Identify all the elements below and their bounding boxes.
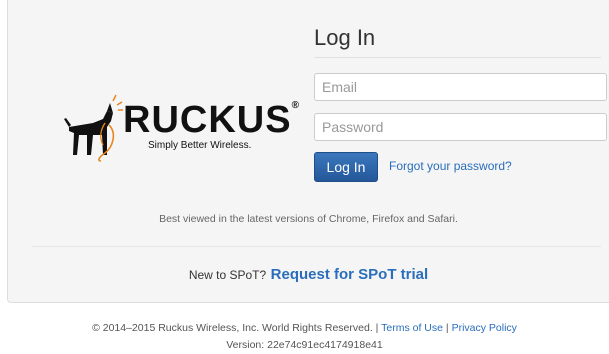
footer-copyright-row: © 2014–2015 Ruckus Wireless, Inc. World … [0, 320, 609, 337]
version-text: Version: 22e74c91ec4174918e41 [226, 339, 383, 351]
trial-prefix: New to SPoT? [188, 268, 267, 282]
privacy-policy-link[interactable]: Privacy Policy [452, 322, 517, 334]
trial-row: New to SPoT? Request for SPoT trial [8, 266, 609, 284]
browser-note: Best viewed in the latest versions of Ch… [159, 213, 458, 225]
login-card: RUCKUS® Simply Better Wireless. Log In L… [7, 0, 609, 303]
password-field[interactable] [314, 113, 607, 141]
copyright-text: © 2014–2015 Ruckus Wireless, Inc. World … [92, 322, 379, 334]
title-divider [314, 57, 601, 58]
login-button[interactable]: Log In [314, 152, 378, 182]
forgot-password-link[interactable]: Forgot your password? [389, 159, 512, 173]
footer-separator: | [445, 322, 449, 334]
logo-wordmark: RUCKUS® [123, 99, 300, 141]
ruckus-logo: RUCKUS® Simply Better Wireless. [63, 93, 299, 163]
logo-tagline: Simply Better Wireless. [148, 140, 252, 151]
dog-logo-icon [64, 94, 123, 162]
terms-of-use-link[interactable]: Terms of Use [381, 322, 443, 334]
page-title: Log In [314, 25, 376, 50]
email-field[interactable] [314, 73, 607, 101]
request-trial-link[interactable]: Request for SPoT trial [271, 266, 429, 283]
card-divider [32, 246, 601, 247]
footer: © 2014–2015 Ruckus Wireless, Inc. World … [0, 320, 609, 354]
